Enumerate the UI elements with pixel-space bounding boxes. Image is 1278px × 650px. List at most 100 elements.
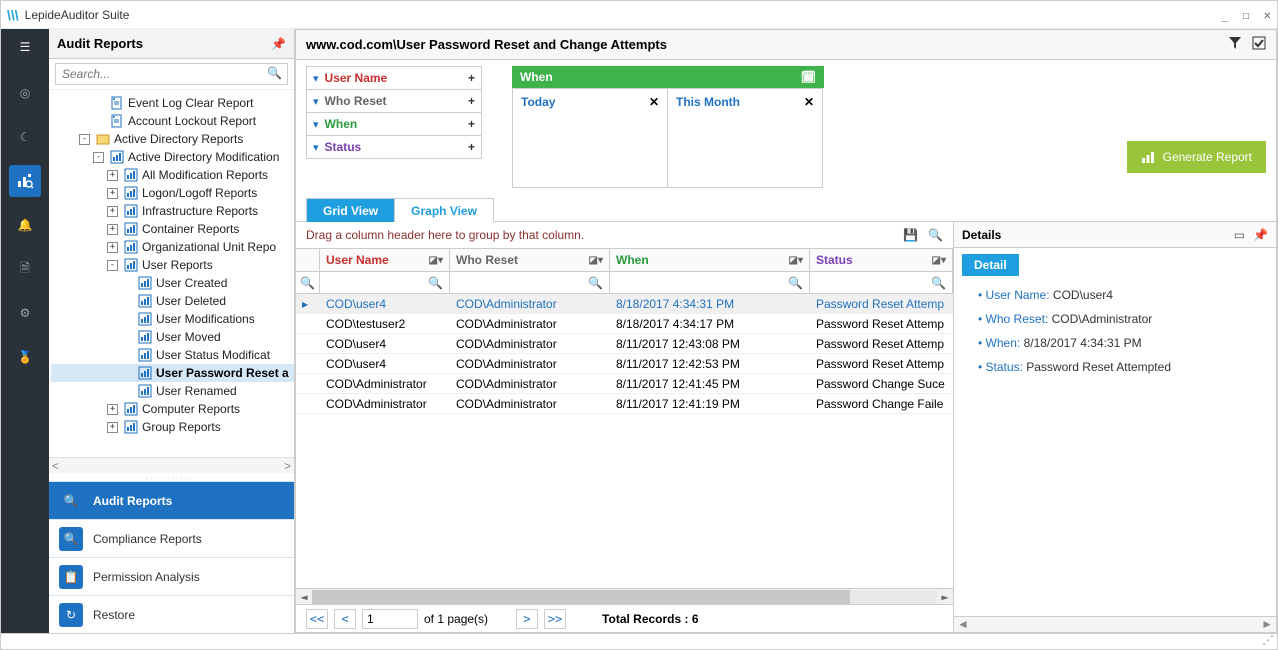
gear-icon[interactable]: ⚙ [9, 297, 41, 329]
bottomnav-item[interactable]: 📋Permission Analysis [49, 557, 294, 595]
table-row[interactable]: ▸COD\user4COD\Administrator8/18/2017 4:3… [296, 294, 953, 314]
minimize-button[interactable]: _ [1221, 8, 1228, 22]
tree-node[interactable]: -Active Directory Modification [51, 148, 294, 166]
maximize-button[interactable]: ☐ [1243, 8, 1250, 22]
filter-row[interactable]: ▾Who Reset+ [306, 89, 482, 113]
tree-hscroll[interactable]: <> [49, 457, 294, 473]
generate-report-button[interactable]: Generate Report [1127, 141, 1266, 173]
tree-node[interactable]: User Moved [51, 328, 294, 346]
details-hscroll[interactable]: ◄► [954, 616, 1276, 632]
table-row[interactable]: COD\AdministratorCOD\Administrator8/11/2… [296, 374, 953, 394]
expand-icon[interactable]: + [107, 242, 118, 253]
column-filter-icon[interactable]: ◪▾ [932, 255, 946, 266]
hamburger-button[interactable]: ☰ [1, 35, 49, 59]
column-filter-icon[interactable]: ◪▾ [789, 255, 803, 266]
column-search[interactable]: 🔍 [450, 272, 610, 293]
when-today-label[interactable]: Today [521, 95, 555, 109]
filter-icon[interactable] [1228, 36, 1242, 53]
column-filter-icon[interactable]: ◪▾ [589, 255, 603, 266]
expand-icon[interactable]: - [79, 134, 90, 145]
pager-last[interactable]: >> [544, 609, 566, 629]
column-header[interactable]: User Name◪▾ [320, 249, 450, 271]
tab-grid-view[interactable]: Grid View [306, 198, 395, 222]
expand-icon[interactable]: + [107, 188, 118, 199]
pager-next[interactable]: > [516, 609, 538, 629]
hscroll-track[interactable] [312, 590, 937, 604]
tab-graph-view[interactable]: Graph View [394, 198, 494, 222]
splitter-dots[interactable]: ∙∙∙∙∙∙∙∙∙∙∙∙ [49, 473, 294, 481]
bottomnav-item[interactable]: 🔍Audit Reports [49, 481, 294, 519]
search-icon[interactable]: 🔍 [267, 66, 282, 80]
filter-row[interactable]: ▾User Name+ [306, 66, 482, 90]
expand-icon[interactable]: + [107, 422, 118, 433]
expand-icon[interactable]: + [107, 170, 118, 181]
tree-node[interactable]: +Group Reports [51, 418, 294, 436]
resize-grip[interactable]: ⋰ [1262, 633, 1274, 647]
bottomnav-item[interactable]: 🔍Compliance Reports [49, 519, 294, 557]
add-filter-icon[interactable]: + [468, 140, 475, 154]
tree-node[interactable]: User Created [51, 274, 294, 292]
when-today-close[interactable]: ✕ [649, 95, 659, 109]
pager-page-input[interactable] [362, 609, 418, 629]
moon-icon[interactable]: ☾ [9, 121, 41, 153]
tree-node[interactable]: Account Lockout Report [51, 112, 294, 130]
search-input[interactable] [55, 63, 288, 85]
pager-prev[interactable]: < [334, 609, 356, 629]
tree-node[interactable]: User Renamed [51, 382, 294, 400]
column-header[interactable]: Status◪▾ [810, 249, 953, 271]
expand-icon[interactable]: - [107, 260, 118, 271]
when-thismonth-label[interactable]: This Month [676, 95, 740, 109]
tree-node[interactable]: +Organizational Unit Repo [51, 238, 294, 256]
hscroll-thumb[interactable] [312, 590, 850, 604]
tree-node[interactable]: +All Modification Reports [51, 166, 294, 184]
column-header[interactable]: Who Reset◪▾ [450, 249, 610, 271]
grid-hscroll[interactable]: ◄ ► [296, 588, 953, 604]
table-row[interactable]: COD\AdministratorCOD\Administrator8/11/2… [296, 394, 953, 414]
add-filter-icon[interactable]: + [468, 71, 475, 85]
tree-node[interactable]: Event Log Clear Report [51, 94, 294, 112]
detail-tab[interactable]: Detail [962, 254, 1019, 276]
document-icon[interactable]: 🗎 [9, 253, 41, 285]
details-pin-icon[interactable]: 📌 [1253, 228, 1268, 242]
table-row[interactable]: COD\user4COD\Administrator8/11/2017 12:4… [296, 334, 953, 354]
analytics-icon[interactable] [9, 165, 41, 197]
tree-node[interactable]: -Active Directory Reports [51, 130, 294, 148]
expand-icon[interactable]: + [107, 404, 118, 415]
tree-node[interactable]: -User Reports [51, 256, 294, 274]
when-thismonth-close[interactable]: ✕ [804, 95, 814, 109]
tree-node[interactable]: +Logon/Logoff Reports [51, 184, 294, 202]
target-icon[interactable]: ◎ [9, 77, 41, 109]
column-header[interactable]: When◪▾ [610, 249, 810, 271]
table-row[interactable]: COD\testuser2COD\Administrator8/18/2017 … [296, 314, 953, 334]
bottomnav-item[interactable]: ↻Restore [49, 595, 294, 633]
column-search[interactable]: 🔍 [810, 272, 953, 293]
filter-row[interactable]: ▾Status+ [306, 135, 482, 159]
tree-node[interactable]: +Container Reports [51, 220, 294, 238]
tree-node[interactable]: User Modifications [51, 310, 294, 328]
badge-icon[interactable]: 🏅 [9, 341, 41, 373]
add-filter-icon[interactable]: + [468, 117, 475, 131]
bell-icon[interactable]: 🔔 [9, 209, 41, 241]
expand-icon[interactable]: - [93, 152, 104, 163]
close-button[interactable]: ✕ [1264, 8, 1271, 22]
filter-row[interactable]: ▾When+ [306, 112, 482, 136]
table-row[interactable]: COD\user4COD\Administrator8/11/2017 12:4… [296, 354, 953, 374]
pin-icon[interactable]: 📌 [271, 37, 286, 51]
pager-first[interactable]: << [306, 609, 328, 629]
tree-node[interactable]: +Computer Reports [51, 400, 294, 418]
tree-node[interactable]: +Infrastructure Reports [51, 202, 294, 220]
column-search[interactable]: 🔍 [320, 272, 450, 293]
tree-node[interactable]: User Deleted [51, 292, 294, 310]
tree-node[interactable]: User Password Reset a [51, 364, 294, 382]
expand-icon[interactable]: + [107, 224, 118, 235]
hscroll-right[interactable]: ► [937, 590, 953, 604]
column-filter-icon[interactable]: ◪▾ [429, 255, 443, 266]
calendar-icon[interactable]: 🗓 [801, 70, 816, 84]
search-grid-icon[interactable]: 🔍 [928, 228, 943, 242]
expand-icon[interactable]: + [107, 206, 118, 217]
report-tree[interactable]: Event Log Clear ReportAccount Lockout Re… [49, 90, 294, 457]
column-search[interactable]: 🔍 [610, 272, 810, 293]
check-icon[interactable] [1252, 36, 1266, 53]
tree-node[interactable]: User Status Modificat [51, 346, 294, 364]
save-icon[interactable]: 💾 [903, 228, 918, 242]
